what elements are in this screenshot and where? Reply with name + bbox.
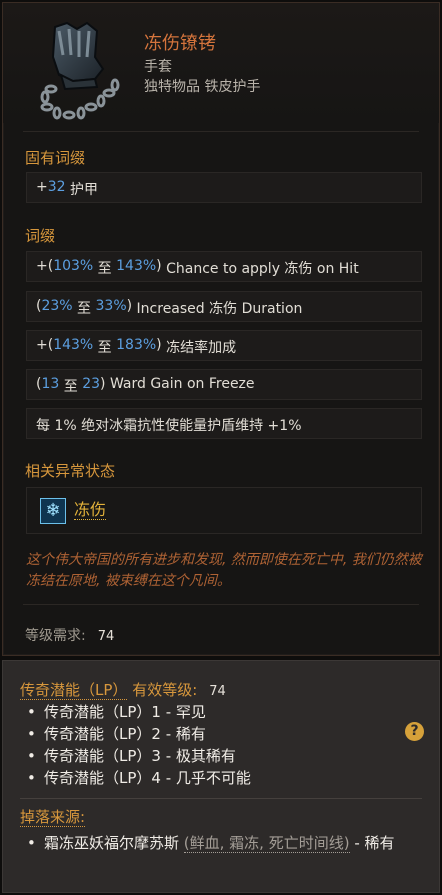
flavor-text: 这个伟大帝国的所有进步和发现, 然而即使在死亡中, 我们仍然被冻结在原地, 被束… xyxy=(26,552,422,589)
affix-text: Increased 冻伤 Duration xyxy=(132,301,303,317)
affix-max: 143% xyxy=(116,258,157,274)
drop-source-name: 霜冻巫妖福尔摩苏斯 xyxy=(44,834,180,852)
drop-source-list: 霜冻巫妖福尔摩苏斯 (鲜血, 霜冻, 死亡时间线) - 稀有 xyxy=(27,832,419,854)
affix-row: (23% 至 33%) Increased 冻伤 Duration xyxy=(26,291,422,322)
implicit-affix: +32 护甲 xyxy=(26,172,422,203)
affix-min: 103% xyxy=(53,258,94,274)
affix-row: +(103% 至 143%) Chance to apply 冻伤 on Hit xyxy=(26,251,422,282)
status-link[interactable]: 冻伤 xyxy=(74,501,107,520)
affix-min: 13 xyxy=(41,376,60,392)
special-affix-text: 每 1% 绝对冰霜抗性使能量护盾维持 +1% xyxy=(36,418,302,434)
affix-title: 词缀 xyxy=(25,227,56,245)
special-affix-row: 每 1% 绝对冰霜抗性使能量护盾维持 +1% xyxy=(26,408,422,439)
requirement-label: 等级需求: xyxy=(25,628,86,644)
item-tooltip-card: 冻伤镣铐 手套 独特物品 铁皮护手 固有词缀 +32 护甲 词缀 +(103% … xyxy=(2,2,440,656)
affix-range-word: 至 xyxy=(93,340,117,356)
affix-text: 冻结率加成 xyxy=(161,340,237,356)
divider xyxy=(20,798,422,799)
affix-min: 23% xyxy=(41,298,73,314)
list-item: 传奇潜能（LP）2 - 稀有 xyxy=(27,723,251,745)
drop-source-title[interactable]: 掉落来源: xyxy=(20,808,86,827)
list-item: 传奇潜能（LP）4 - 几乎不可能 xyxy=(27,767,251,789)
affix-max: 23 xyxy=(82,376,101,392)
affix-range-word: 至 xyxy=(93,261,117,277)
lp-header: 传奇潜能（LP） 有效等级: 74 xyxy=(20,679,226,700)
lp-tier-list: 传奇潜能（LP）1 - 罕见 传奇潜能（LP）2 - 稀有 传奇潜能（LP）3 … xyxy=(27,701,251,789)
affix-paren: +( xyxy=(36,337,54,353)
lp-title-link[interactable]: 传奇潜能（LP） xyxy=(20,681,128,700)
snowflake-icon: ❄ xyxy=(40,498,66,524)
list-item: 传奇潜能（LP）3 - 极其稀有 xyxy=(27,745,251,767)
affix-prefix: + xyxy=(36,179,48,195)
item-name: 冻伤镣铐 xyxy=(144,33,216,54)
item-type: 手套 xyxy=(144,59,172,75)
requirement-value: 74 xyxy=(97,629,115,644)
status-effect-box[interactable]: ❄ 冻伤 xyxy=(26,487,422,534)
list-item: 传奇潜能（LP）1 - 罕见 xyxy=(27,701,251,723)
affix-max: 183% xyxy=(116,337,157,353)
lp-drop-panel: 传奇潜能（LP） 有效等级: 74 传奇潜能（LP）1 - 罕见 传奇潜能（LP）… xyxy=(2,660,440,893)
level-requirement: 等级需求: 74 xyxy=(25,625,114,645)
affix-row: (13 至 23) Ward Gain on Freeze xyxy=(26,369,422,400)
drop-source-rarity: - 稀有 xyxy=(349,834,395,852)
affix-range-word: 至 xyxy=(59,379,83,395)
status-title: 相关异常状态 xyxy=(25,462,116,480)
affix-paren: +( xyxy=(36,258,54,274)
affix-row: +(143% 至 183%) 冻结率加成 xyxy=(26,330,422,361)
affix-max: 33% xyxy=(95,298,127,314)
affix-text: Ward Gain on Freeze xyxy=(105,376,255,392)
divider xyxy=(23,131,419,132)
list-item: 霜冻巫妖福尔摩苏斯 (鲜血, 霜冻, 死亡时间线) - 稀有 xyxy=(27,832,419,854)
affix-text: Chance to apply 冻伤 on Hit xyxy=(161,261,359,277)
divider xyxy=(23,604,419,605)
affix-min: 143% xyxy=(53,337,94,353)
affix-text: 护甲 xyxy=(65,182,99,198)
question-mark-icon[interactable]: ? xyxy=(405,722,424,741)
drop-source-tags[interactable]: (鲜血, 霜冻, 死亡时间线) xyxy=(183,834,350,853)
affix-value: 32 xyxy=(47,179,66,195)
gauntlet-with-chains-icon xyxy=(40,21,120,120)
implicit-title: 固有词缀 xyxy=(25,149,86,167)
lp-level-value: 74 xyxy=(209,684,226,699)
item-subtype: 独特物品 铁皮护手 xyxy=(144,79,261,95)
lp-title-suffix: 有效等级: xyxy=(132,681,198,699)
affix-range-word: 至 xyxy=(72,301,96,317)
